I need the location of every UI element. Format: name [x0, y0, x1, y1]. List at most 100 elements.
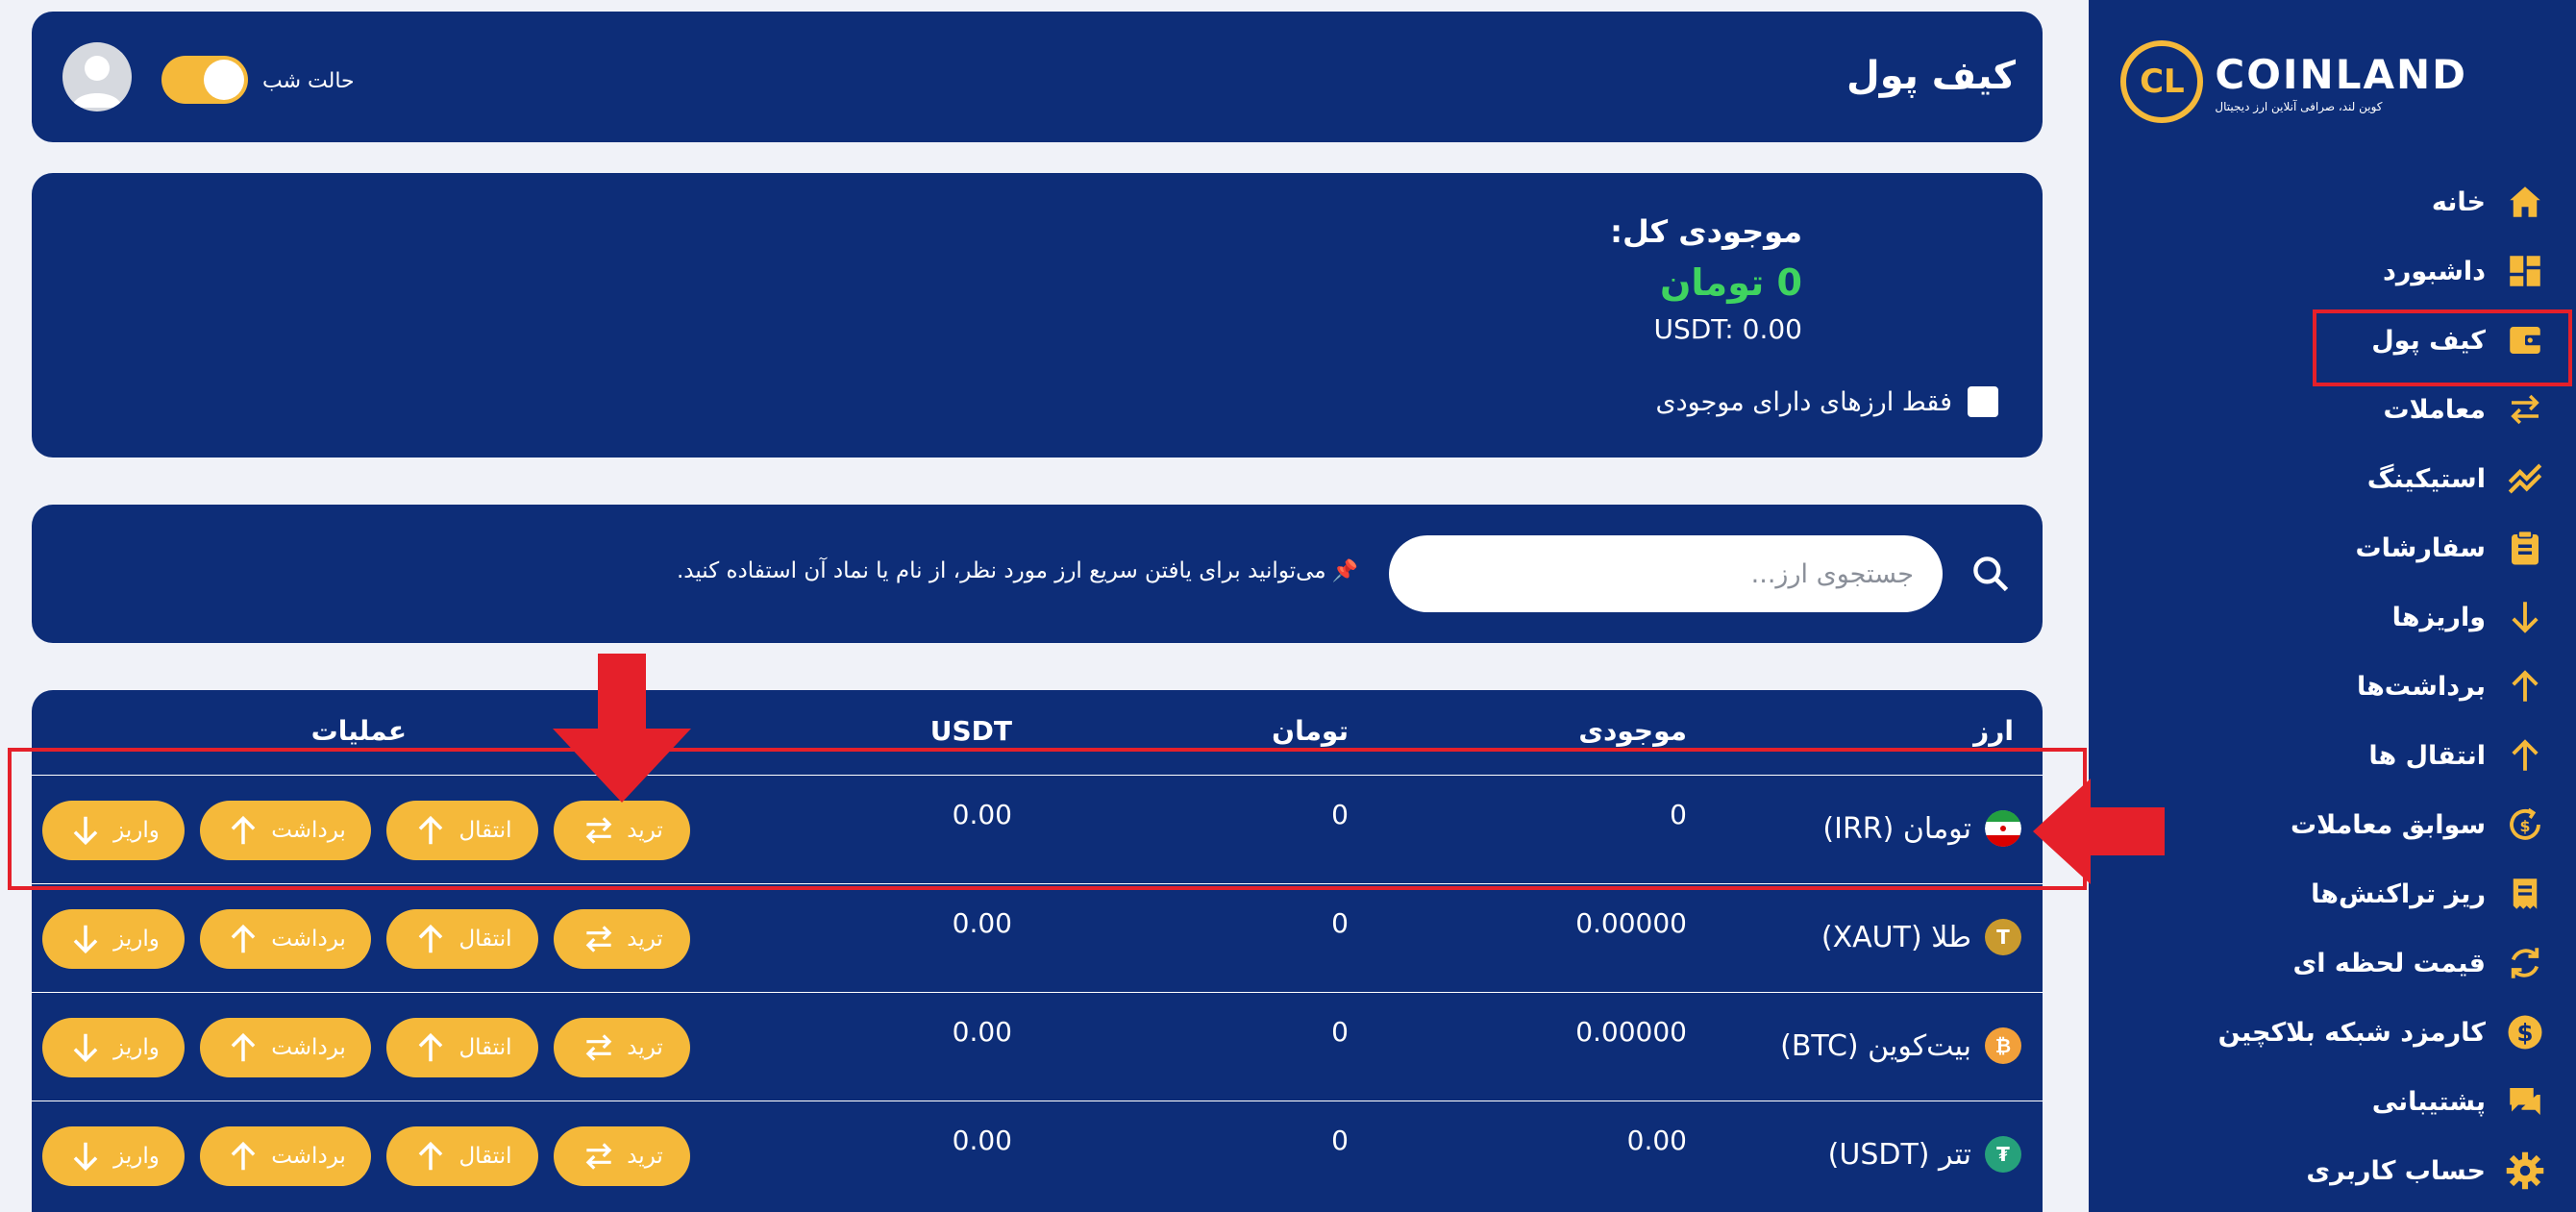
history-icon: $ [2503, 803, 2547, 847]
header-toman: تومان [1272, 715, 1349, 747]
header-currency: ارز [1973, 715, 2014, 747]
sidebar-item-deposits[interactable]: واریزها [2089, 588, 2576, 646]
sidebar-item-trades[interactable]: معاملات [2089, 381, 2576, 438]
arrow-up-icon [2503, 664, 2547, 708]
deposit-label: واریز [113, 1035, 160, 1060]
coinland-logo-icon: CL [2120, 40, 2204, 123]
currency-name: بیت‌کوین (BTC) [1780, 1028, 1971, 1063]
red-arrow-down-icon [553, 654, 691, 803]
transfer-button[interactable]: انتقال [386, 1126, 538, 1186]
usdt-cell: 0.00 [952, 907, 1012, 939]
table-row: ₿ بیت‌کوین (BTC) 0.00000 0 0.00 واریز بر… [32, 992, 2043, 1101]
top-bar: کیف پول حالت شب [32, 12, 2043, 142]
trend-icon [2503, 457, 2547, 501]
trade-button[interactable]: ترید [554, 909, 690, 969]
search-hint: 📌 می‌توانید برای یافتن سریع ارز مورد نظر… [677, 558, 1358, 583]
deposit-label: واریز [113, 927, 160, 952]
avatar[interactable] [62, 42, 132, 111]
svg-text:$: $ [2516, 1019, 2533, 1047]
gear-icon [2503, 1149, 2547, 1193]
sidebar-item-label: پشتیبانی [2371, 1086, 2486, 1117]
swap-icon [585, 1034, 612, 1061]
withdraw-button[interactable]: برداشت [200, 909, 371, 969]
irr-row-annotation [8, 748, 2087, 890]
deposit-button[interactable]: واریز [42, 1018, 185, 1077]
sidebar-item-support[interactable]: پشتیبانی [2089, 1073, 2576, 1130]
transfer-button[interactable]: انتقال [386, 1018, 538, 1077]
trade-button[interactable]: ترید [554, 1018, 690, 1077]
trade-label: ترید [627, 927, 663, 952]
trade-label: ترید [627, 1144, 663, 1169]
header-actions: عملیات [310, 715, 407, 747]
search-input[interactable] [1389, 535, 1943, 612]
only-with-balance-label: فقط ارزهای دارای موجودی [1655, 386, 1952, 417]
total-balance-title: موجودی کل: [1610, 213, 1802, 250]
table-row: T طلا (XAUT) 0.00000 0 0.00 واریز برداشت… [32, 883, 2043, 992]
currency-name: تتر (USDT) [1827, 1137, 1971, 1172]
arrow-up-icon [419, 1032, 443, 1062]
refresh-icon [2503, 941, 2547, 985]
transfer-label: انتقال [458, 927, 512, 952]
sidebar-item-live-prices[interactable]: قیمت لحظه ای [2089, 934, 2576, 992]
logo[interactable]: CL COINLAND کوین لند، صرافی آنلاین ارز د… [2120, 40, 2467, 123]
sidebar-item-orders[interactable]: سفارشات [2089, 519, 2576, 577]
clipboard-icon [2503, 526, 2547, 570]
sidebar-item-dashboard[interactable]: داشبورد [2089, 242, 2576, 300]
arrow-up-icon [231, 924, 256, 953]
search-icon[interactable] [1969, 553, 2012, 595]
red-arrow-left-icon [2033, 779, 2165, 884]
sidebar-item-label: سوابق معاملات [2290, 809, 2486, 840]
transfer-label: انتقال [458, 1035, 512, 1060]
arrow-up-icon [419, 1141, 443, 1171]
toman-cell: 0 [1331, 1125, 1349, 1156]
only-with-balance-checkbox[interactable] [1968, 386, 1998, 417]
swap-icon [585, 926, 612, 952]
sidebar-item-label: ریز تراکنش‌ها [2311, 878, 2486, 909]
arrow-down-icon [73, 1142, 98, 1172]
trade-button[interactable]: ترید [554, 1126, 690, 1186]
only-with-balance-filter[interactable]: فقط ارزهای دارای موجودی [1655, 386, 1998, 417]
brand-tagline: کوین لند، صرافی آنلاین ارز دیجیتال [2215, 99, 2383, 113]
arrow-down-icon [73, 1033, 98, 1063]
sidebar-item-network-fees[interactable]: $ کارمزد شبکه بلاکچین [2089, 1003, 2576, 1061]
row-actions: واریز برداشت انتقال ترید [42, 909, 690, 969]
sidebar-item-label: انتقال ها [2368, 740, 2486, 771]
withdraw-button[interactable]: برداشت [200, 1126, 371, 1186]
arrow-down-icon [2503, 595, 2547, 639]
sidebar-item-label: برداشت‌ها [2356, 671, 2486, 702]
arrow-up-icon [2503, 733, 2547, 778]
currency-name: طلا (XAUT) [1821, 920, 1971, 954]
sidebar-item-account[interactable]: حساب کاربری [2089, 1142, 2576, 1200]
balance-cell: 0.00 [1626, 1125, 1687, 1156]
sidebar-item-home[interactable]: خانه [2089, 173, 2576, 231]
sidebar-item-label: واریزها [2391, 602, 2486, 632]
arrow-up-icon [231, 1032, 256, 1062]
xaut-icon: T [1985, 919, 2021, 955]
bitcoin-icon: ₿ [1985, 1027, 2021, 1064]
trade-label: ترید [627, 1035, 663, 1060]
withdraw-label: برداشت [271, 1035, 346, 1060]
sidebar-item-withdrawals[interactable]: برداشت‌ها [2089, 657, 2576, 715]
sidebar-item-label: کارمزد شبکه بلاکچین [2217, 1017, 2486, 1048]
withdraw-button[interactable]: برداشت [200, 1018, 371, 1077]
receipt-icon [2503, 872, 2547, 916]
deposit-label: واریز [113, 1144, 160, 1169]
sidebar-item-label: حساب کاربری [2306, 1155, 2486, 1186]
dollar-icon: $ [2503, 1010, 2547, 1054]
withdraw-label: برداشت [271, 927, 346, 952]
user-icon [72, 56, 122, 108]
toman-cell: 0 [1331, 1016, 1349, 1048]
sidebar-item-staking[interactable]: استیکینگ [2089, 450, 2576, 507]
currency-cell: ₿ بیت‌کوین (BTC) [1780, 1027, 2021, 1064]
night-mode-toggle[interactable] [161, 56, 248, 104]
transfer-button[interactable]: انتقال [386, 909, 538, 969]
balance-card: موجودی کل: 0 تومان USDT: 0.00 فقط ارزهای… [32, 173, 2043, 458]
sidebar-item-label: قیمت لحظه ای [2292, 948, 2486, 978]
sidebar-item-transfers[interactable]: انتقال ها [2089, 727, 2576, 784]
usdt-cell: 0.00 [952, 1125, 1012, 1156]
deposit-button[interactable]: واریز [42, 1126, 185, 1186]
deposit-button[interactable]: واریز [42, 909, 185, 969]
header-usdt: USDT [929, 715, 1012, 747]
chat-icon [2503, 1079, 2547, 1124]
home-icon [2503, 180, 2547, 224]
